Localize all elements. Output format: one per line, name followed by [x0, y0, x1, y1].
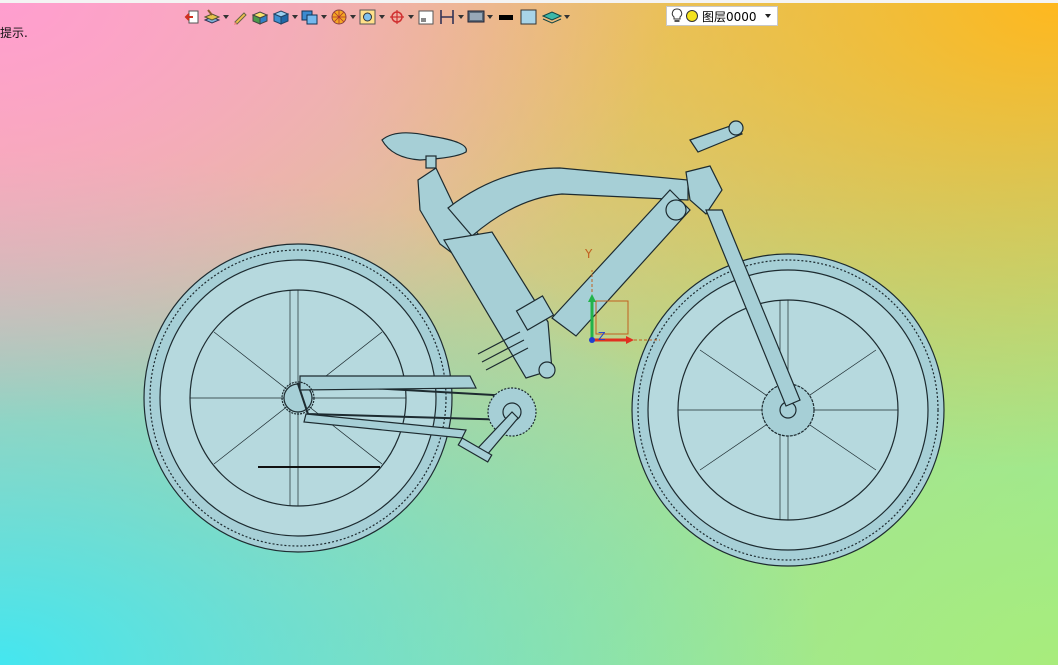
bicycle-model[interactable] — [143, 120, 945, 567]
front-wheel — [631, 253, 945, 567]
rear-wheel — [143, 243, 453, 553]
axis-z-label: Z — [598, 330, 606, 343]
axis-y-label: Y — [584, 247, 593, 261]
model-scene: Y Z — [143, 120, 945, 567]
